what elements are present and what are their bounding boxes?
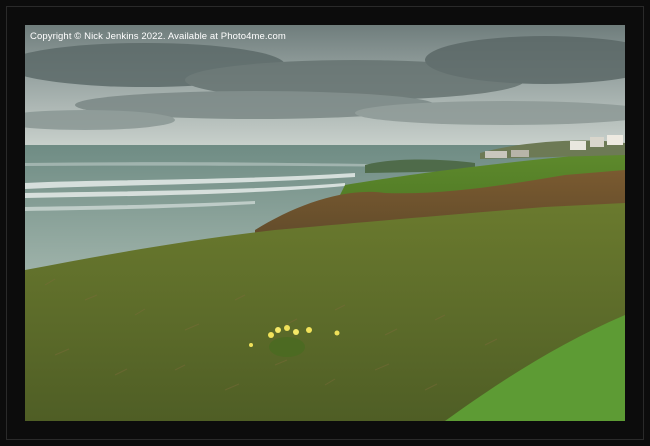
landscape-photo: Copyright © Nick Jenkins 2022. Available… (25, 25, 625, 421)
landscape-scene (25, 25, 625, 421)
copyright-watermark: Copyright © Nick Jenkins 2022. Available… (30, 31, 286, 42)
